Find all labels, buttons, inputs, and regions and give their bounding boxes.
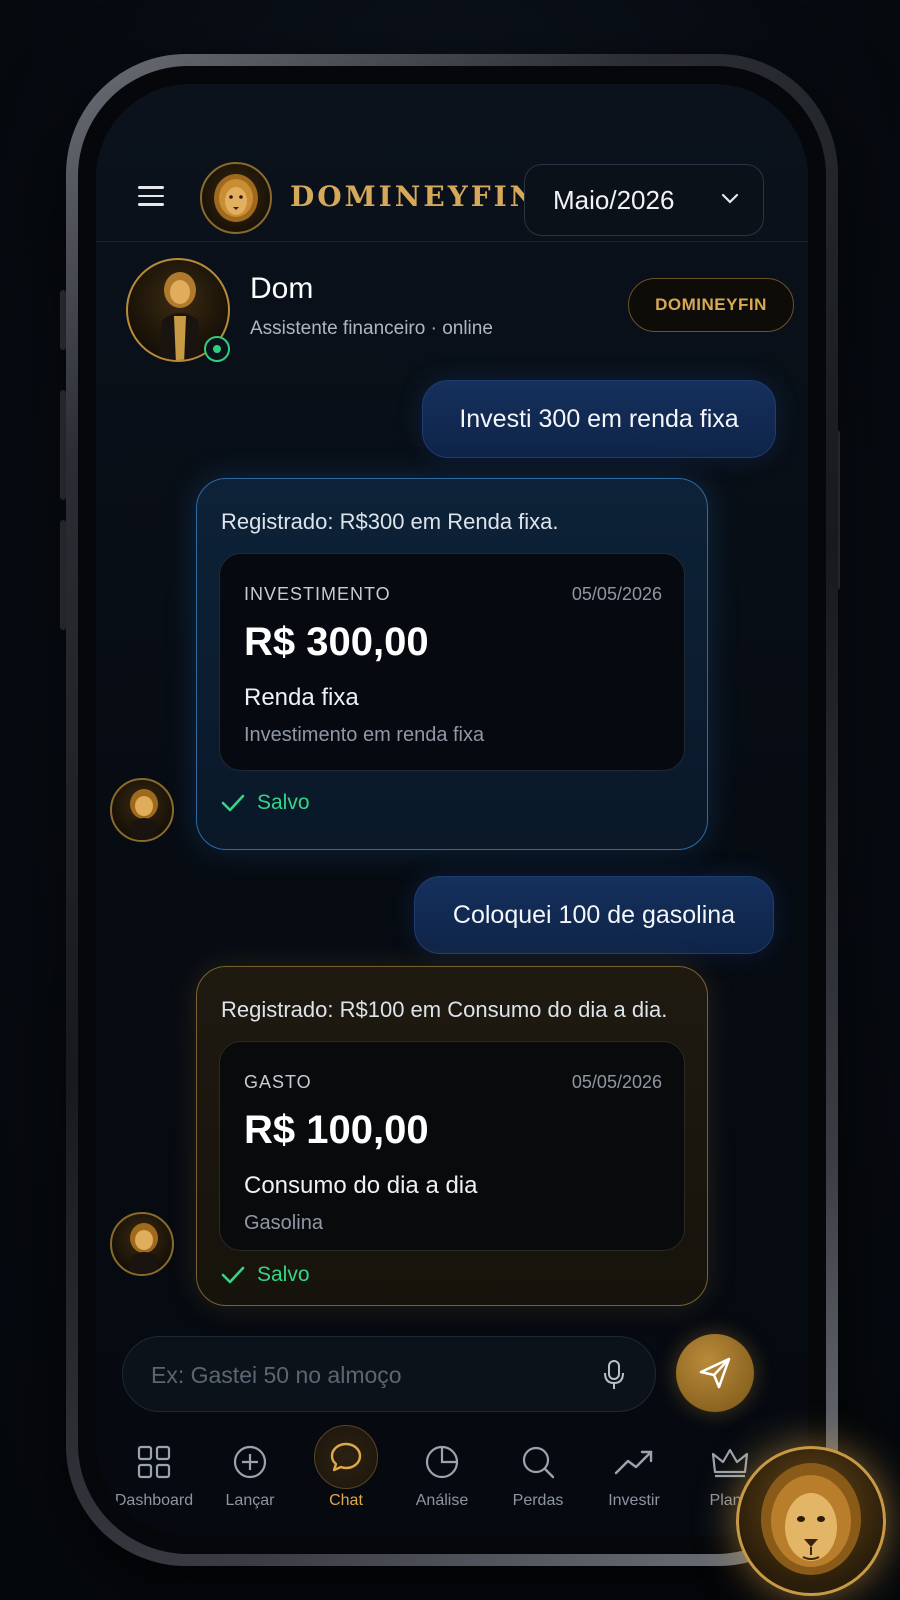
transaction-card[interactable]: GASTO 05/05/2026 R$ 100,00 Consumo do di… xyxy=(219,1041,685,1251)
chat-bubble-icon xyxy=(314,1425,378,1489)
grid-icon xyxy=(106,1438,202,1486)
microphone-icon[interactable] xyxy=(603,1359,625,1391)
nav-perdas[interactable]: Perdas xyxy=(490,1438,586,1510)
saved-status: Salvo xyxy=(221,1263,310,1287)
brand-name: DOMINEYFIN xyxy=(290,180,539,213)
saved-label: Salvo xyxy=(257,791,310,814)
check-icon xyxy=(221,1266,245,1284)
send-button[interactable] xyxy=(676,1334,754,1412)
bot-avatar xyxy=(110,1212,174,1276)
transaction-category: Renda fixa xyxy=(244,684,359,711)
transaction-description: Investimento em renda fixa xyxy=(244,724,485,746)
transaction-amount: R$ 100,00 xyxy=(244,1108,429,1152)
nav-label: Lançar xyxy=(225,1492,275,1509)
nav-chat[interactable]: Chat xyxy=(298,1425,394,1510)
message-input-bar xyxy=(122,1336,656,1413)
nav-analise[interactable]: Análise xyxy=(394,1438,490,1510)
bot-message-expense: Registrado: R$100 em Consumo do dia a di… xyxy=(196,966,708,1306)
transaction-description: Gasolina xyxy=(244,1212,323,1234)
chevron-down-icon xyxy=(721,193,739,204)
nav-label: Perdas xyxy=(512,1492,564,1509)
nav-label: Chat xyxy=(329,1492,363,1509)
message-input[interactable] xyxy=(151,1337,571,1413)
saved-label: Salvo xyxy=(257,1263,310,1286)
transaction-type: GASTO xyxy=(244,1072,312,1092)
check-icon xyxy=(221,794,245,812)
online-status-icon xyxy=(204,336,230,362)
plus-circle-icon xyxy=(202,1438,298,1486)
transaction-amount: R$ 300,00 xyxy=(244,620,429,664)
transaction-date: 05/05/2026 xyxy=(571,584,662,604)
bot-message-text: Registrado: R$100 em Consumo do dia a di… xyxy=(221,997,668,1022)
assistant-header: Dom Assistente financeiro · online DOMIN… xyxy=(126,258,794,362)
assistant-status: Assistente financeiro · online xyxy=(250,318,493,339)
bot-avatar xyxy=(110,778,174,842)
pie-chart-icon xyxy=(394,1438,490,1486)
nav-lancar[interactable]: Lançar xyxy=(202,1438,298,1510)
transaction-card[interactable]: INVESTIMENTO 05/05/2026 R$ 300,00 Renda … xyxy=(219,553,685,771)
app-screen: DOMINEYFIN Maio/2026 Dom Assistente fina… xyxy=(96,84,808,1536)
bottom-navigation: Dashboard Lançar Chat Análise Perdas Inv… xyxy=(96,1425,808,1530)
app-header: DOMINEYFIN Maio/2026 xyxy=(96,142,808,242)
transaction-date: 05/05/2026 xyxy=(571,1072,662,1092)
trending-up-icon xyxy=(586,1438,682,1486)
nav-label: Investir xyxy=(608,1492,660,1509)
brand-badge[interactable]: DOMINEYFIN xyxy=(628,278,794,332)
month-selector[interactable]: Maio/2026 xyxy=(524,164,764,236)
lion-icon xyxy=(761,1463,861,1575)
nav-label: Análise xyxy=(415,1492,469,1509)
transaction-category: Consumo do dia a dia xyxy=(244,1172,478,1199)
user-message: Coloquei 100 de gasolina xyxy=(414,876,774,954)
phone-bezel: DOMINEYFIN Maio/2026 Dom Assistente fina… xyxy=(78,66,826,1554)
nav-label: Dashboard xyxy=(114,1492,194,1509)
send-icon xyxy=(699,1357,731,1389)
assistant-name: Dom xyxy=(250,272,314,305)
lion-logo-icon xyxy=(200,162,272,234)
saved-status: Salvo xyxy=(221,791,310,815)
month-selector-value: Maio/2026 xyxy=(553,184,675,215)
bot-message-investment: Registrado: R$300 em Renda fixa. INVESTI… xyxy=(196,478,708,850)
user-message: Investi 300 em renda fixa xyxy=(422,380,776,458)
hamburger-menu-icon[interactable] xyxy=(138,186,164,206)
transaction-type: INVESTIMENTO xyxy=(244,584,391,604)
search-icon xyxy=(490,1438,586,1486)
nav-dashboard[interactable]: Dashboard xyxy=(106,1438,202,1510)
phone-frame: DOMINEYFIN Maio/2026 Dom Assistente fina… xyxy=(66,54,838,1566)
lion-floating-button[interactable] xyxy=(736,1446,886,1596)
bot-message-text: Registrado: R$300 em Renda fixa. xyxy=(221,509,559,534)
nav-investir[interactable]: Investir xyxy=(586,1438,682,1510)
